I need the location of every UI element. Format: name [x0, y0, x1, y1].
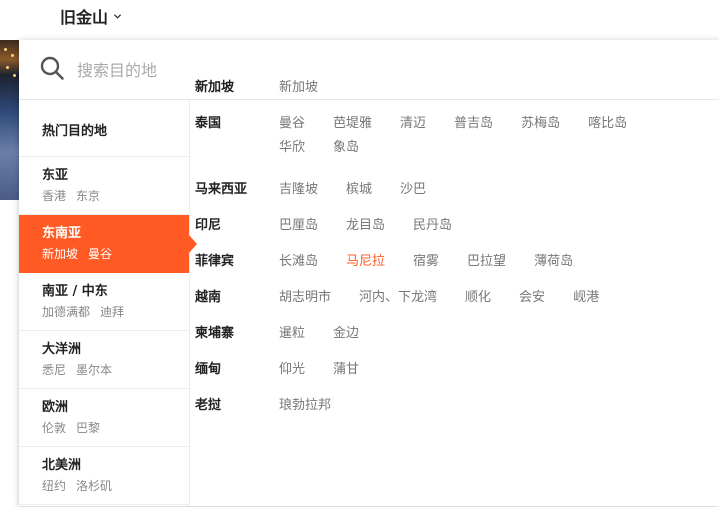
country-row: 老挝 琅勃拉邦 — [195, 394, 695, 418]
sidebar-region-item[interactable]: 欧洲伦敦 巴黎 — [19, 389, 189, 447]
country-cities: 曼谷 芭堤雅 清迈 普吉岛 苏梅岛 喀比岛华欣 象岛 — [279, 112, 669, 160]
city-link[interactable]: 河内、下龙湾 — [359, 286, 437, 310]
current-city: 旧金山 — [60, 8, 109, 27]
country-cities: 巴厘岛 龙目岛 民丹岛 — [279, 214, 669, 238]
sidebar-region-item[interactable]: 东亚香港 东京 — [19, 157, 189, 215]
country-row: 缅甸 仰光 蒲甘 — [195, 358, 695, 382]
city-link[interactable]: 岘港 — [573, 286, 599, 310]
sidebar-region-item[interactable]: 南亚 / 中东 加德满都 迪拜 — [19, 273, 189, 331]
country-row: 泰国 曼谷 芭堤雅 清迈 普吉岛 苏梅岛 喀比岛华欣 象岛 — [195, 112, 695, 160]
region-city: 加德满都 — [42, 305, 91, 319]
country-row: 柬埔寨 暹粒 金边 — [195, 322, 695, 346]
country-cities: 吉隆坡 槟城 沙巴 — [279, 178, 669, 202]
sidebar-region-item[interactable]: 东南亚新加坡 曼谷 — [19, 215, 197, 273]
country-name: 越南 — [195, 290, 222, 305]
region-city: 东京 — [76, 189, 101, 203]
country-name: 菲律宾 — [195, 254, 235, 269]
city-selector[interactable]: 旧金山 — [60, 5, 122, 27]
city-link[interactable]: 琅勃拉邦 — [279, 394, 331, 418]
city-link[interactable]: 长滩岛 — [279, 250, 318, 274]
country-name: 泰国 — [195, 116, 222, 131]
region-city: 墨尔本 — [76, 363, 113, 377]
region-cities: 香港 东京 — [42, 187, 189, 205]
sidebar-title: 热门目的地 — [19, 100, 189, 157]
country-name: 印尼 — [195, 218, 222, 233]
city-link[interactable]: 喀比岛 — [588, 112, 627, 136]
region-cities: 伦敦 巴黎 — [42, 419, 189, 437]
region-sidebar: 热门目的地 东亚 香港 东京 东南亚 新加坡 曼谷 南亚 / 中东 加德满都 迪拜 大洋洲 悉尼 墨尔… — [19, 100, 197, 506]
region-cities: 加德满都 迪拜 — [42, 303, 189, 321]
city-link[interactable]: 吉隆坡 — [279, 178, 318, 202]
city-link[interactable]: 金边 — [333, 322, 359, 346]
region-city: 悉尼 — [42, 363, 67, 377]
region-city: 曼谷 — [88, 247, 113, 261]
city-link[interactable]: 巴厘岛 — [279, 214, 318, 238]
city-link[interactable]: 象岛 — [333, 136, 359, 160]
city-link[interactable]: 民丹岛 — [413, 214, 452, 238]
country-name: 老挝 — [195, 398, 222, 413]
country-cities: 暹粒 金边 — [279, 322, 669, 346]
region-city: 香港 — [42, 189, 67, 203]
region-city: 巴黎 — [76, 421, 101, 435]
city-link[interactable]: 蒲甘 — [333, 358, 359, 382]
background-photo — [0, 40, 19, 200]
region-name: 东南亚 — [42, 226, 82, 241]
region-name: 东亚 — [42, 168, 69, 183]
city-link[interactable]: 顺化 — [465, 286, 491, 310]
region-cities: 纽约 洛杉矶 — [42, 477, 189, 495]
country-cities: 新加坡 — [279, 76, 669, 100]
city-link[interactable]: 苏梅岛 — [521, 112, 560, 136]
country-row: 印尼 巴厘岛 龙目岛 民丹岛 — [195, 214, 695, 238]
city-link[interactable]: 华欣 — [279, 136, 305, 160]
city-link[interactable]: 槟城 — [346, 178, 372, 202]
city-link[interactable]: 马尼拉 — [346, 250, 385, 274]
city-link[interactable]: 芭堤雅 — [333, 112, 372, 136]
sidebar-region-item[interactable]: 大洋洲悉尼 墨尔本 — [19, 331, 189, 389]
chevron-down-icon — [113, 13, 122, 19]
region-cities: 新加坡 曼谷 — [42, 245, 189, 263]
city-link[interactable]: 龙目岛 — [346, 214, 385, 238]
top-bar: 旧金山 — [0, 0, 719, 40]
region-city: 新加坡 — [42, 247, 79, 261]
country-cities: 长滩岛 马尼拉 宿雾 巴拉望 薄荷岛 — [279, 250, 669, 274]
city-link[interactable]: 宿雾 — [413, 250, 439, 274]
region-cities: 悉尼 墨尔本 — [42, 361, 189, 379]
country-row: 越南 胡志明市 河内、下龙湾 顺化 会安 岘港 — [195, 286, 695, 310]
country-row: 菲律宾 长滩岛 马尼拉 宿雾 巴拉望 薄荷岛 — [195, 250, 695, 274]
region-name: 南亚 / 中东 — [42, 284, 108, 299]
city-link[interactable]: 清迈 — [400, 112, 426, 136]
country-row: 新加坡 新加坡 — [195, 76, 695, 100]
region-city: 纽约 — [42, 479, 67, 493]
city-link[interactable]: 会安 — [519, 286, 545, 310]
city-link[interactable]: 曼谷 — [279, 112, 305, 136]
city-link[interactable]: 新加坡 — [279, 76, 318, 100]
region-name: 大洋洲 — [42, 342, 82, 357]
search-icon — [40, 56, 64, 80]
region-city: 洛杉矶 — [76, 479, 113, 493]
country-cities: 胡志明市 河内、下龙湾 顺化 会安 岘港 — [279, 286, 669, 310]
country-row: 马来西亚 吉隆坡 槟城 沙巴 — [195, 178, 695, 202]
sidebar-region-item[interactable]: 北美洲纽约 洛杉矶 — [19, 447, 189, 505]
city-link[interactable]: 薄荷岛 — [534, 250, 573, 274]
city-link[interactable]: 沙巴 — [400, 178, 426, 202]
city-link[interactable]: 巴拉望 — [467, 250, 506, 274]
country-name: 马来西亚 — [195, 182, 248, 197]
city-link[interactable]: 仰光 — [279, 358, 305, 382]
city-link[interactable]: 普吉岛 — [454, 112, 493, 136]
country-name: 柬埔寨 — [195, 326, 235, 341]
country-cities: 仰光 蒲甘 — [279, 358, 669, 382]
region-city: 迪拜 — [100, 305, 125, 319]
region-name: 欧洲 — [42, 400, 69, 415]
region-city: 伦敦 — [42, 421, 67, 435]
region-name: 北美洲 — [42, 458, 82, 473]
city-link[interactable]: 胡志明市 — [279, 286, 331, 310]
city-link[interactable]: 暹粒 — [279, 322, 305, 346]
country-cities: 琅勃拉邦 — [279, 394, 669, 418]
country-name: 新加坡 — [195, 80, 235, 95]
country-name: 缅甸 — [195, 362, 222, 377]
